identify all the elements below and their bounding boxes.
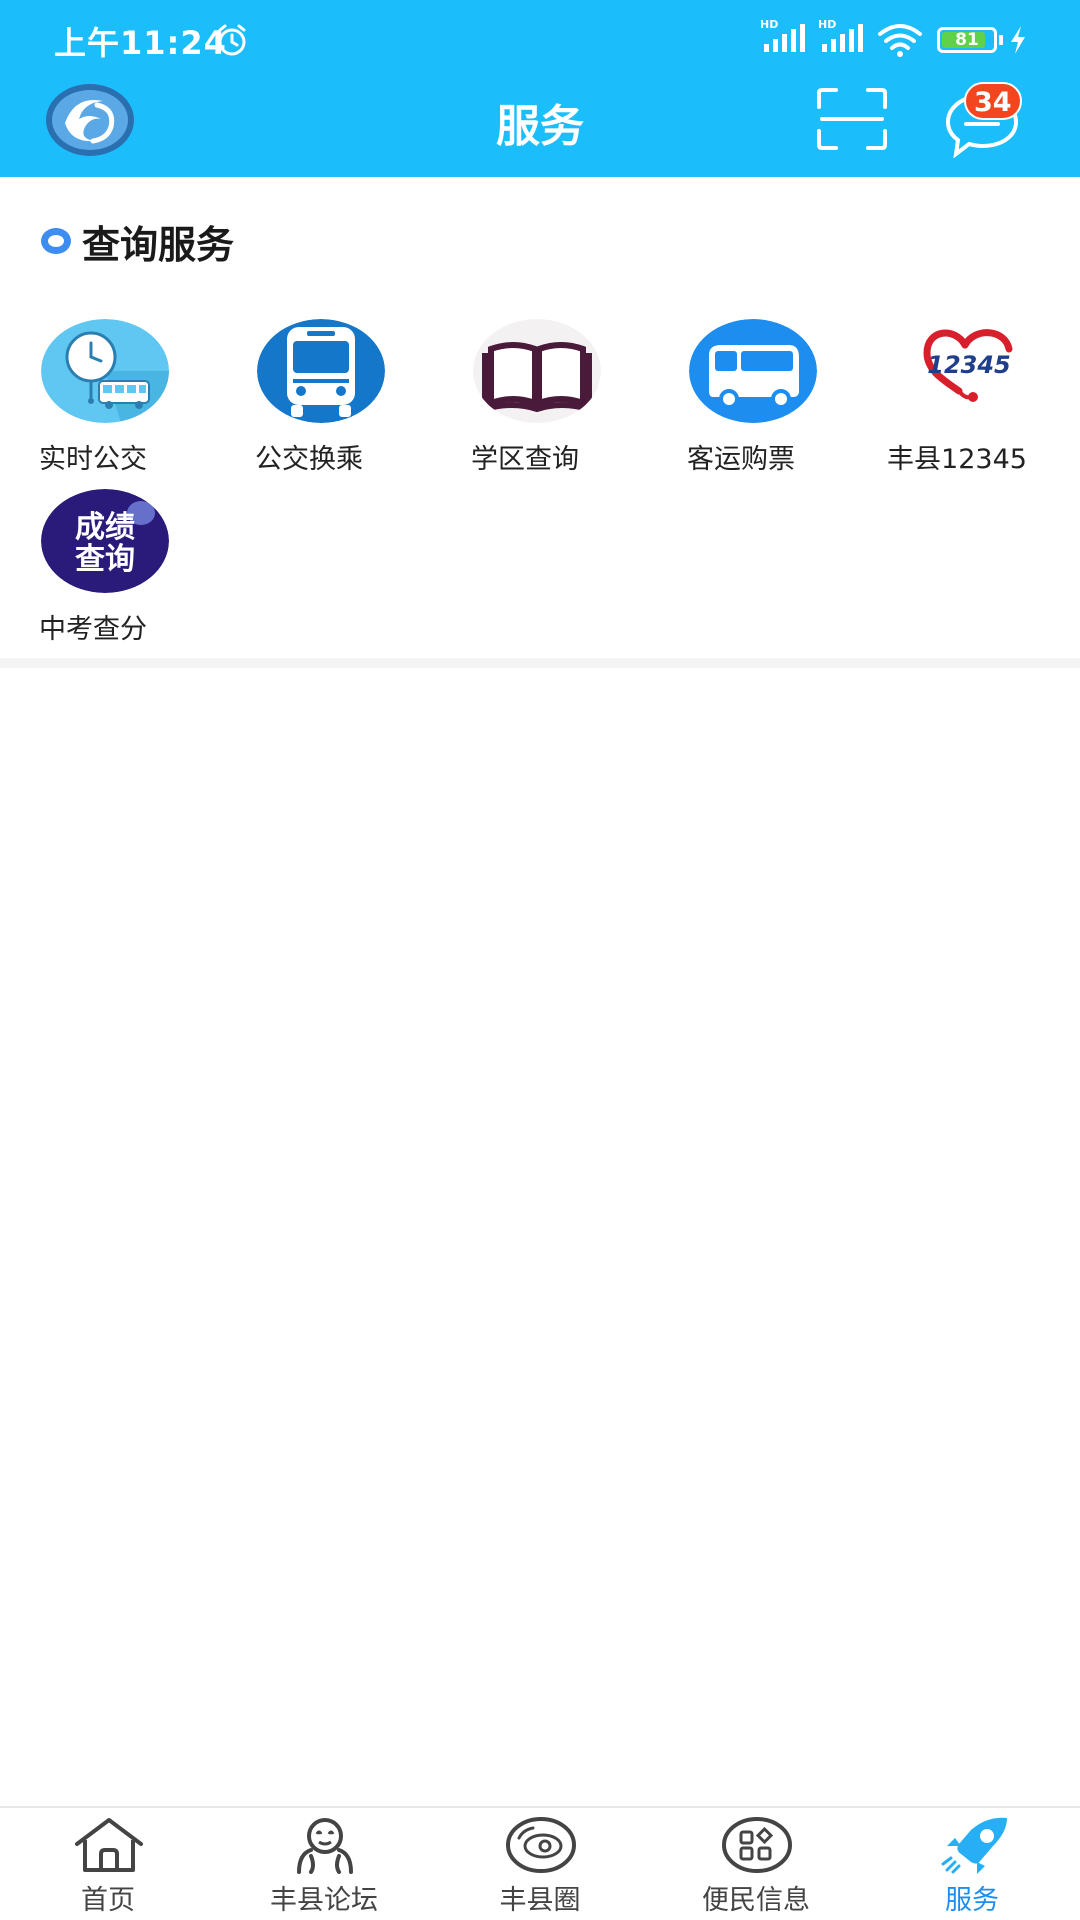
hotline-12345-icon: 12345 [905,319,1033,423]
score-query-icon: 成绩 查询 [41,489,169,593]
score-icon-text-line1: 成绩 [75,510,135,545]
message-button[interactable]: 34 [944,82,1034,158]
apps-icon [722,1817,792,1873]
home-icon [75,1818,143,1872]
book-icon [473,319,601,423]
nav-label: 丰县论坛 [270,1885,378,1916]
alarm-icon [218,24,246,56]
bus-clock-icon [41,319,169,423]
service-item-label: 实时公交 [39,444,147,475]
nav-item-forum[interactable]: 丰县论坛 [216,1808,432,1920]
charging-icon [1011,26,1025,54]
nav-label: 丰县圈 [499,1885,581,1916]
battery-cap [999,35,1003,45]
bottom-nav: 首页 丰县论坛 丰县圈 便民信息 服务 [0,1806,1080,1920]
signal-icon: HD [760,18,808,54]
service-item-label: 学区查询 [471,444,579,475]
battery-level: 81 [955,30,979,50]
service-item-label: 中考查分 [39,614,147,645]
wifi-icon [878,24,922,57]
message-badge: 34 [964,82,1022,120]
page-title: 服务 [496,101,584,152]
service-item-hotline-12345[interactable]: 12345 丰县12345 [867,319,1047,479]
nav-label: 服务 [945,1885,999,1916]
nav-label: 首页 [81,1885,135,1916]
service-item-bus-transfer[interactable]: 公交换乘 [219,319,399,479]
service-item-exam-score[interactable]: 成绩 查询 中考查分 [3,489,183,649]
score-icon-text-line2: 查询 [75,542,135,577]
coach-icon [689,319,817,423]
forum-icon [297,1818,353,1874]
query-services-section: 查询服务 实时公交 公交换乘 学区查询 客运购票 12345 丰县12345 成… [0,177,1080,658]
service-item-label: 客运购票 [687,444,795,475]
bus-icon [257,319,385,423]
nav-item-services[interactable]: 服务 [864,1808,1080,1920]
section-divider [0,658,1080,668]
service-item-school-district[interactable]: 学区查询 [435,319,615,479]
rocket-icon [941,1817,1007,1874]
service-item-coach-ticket[interactable]: 客运购票 [651,319,831,479]
status-time: 上午11:24 [54,24,227,62]
hotline-icon-text: 12345 [927,351,1011,379]
service-item-label: 丰县12345 [887,444,1027,475]
nav-item-convenience-info[interactable]: 便民信息 [648,1808,864,1920]
hd-label: HD [760,18,779,31]
battery-icon: 81 [937,27,997,53]
hd-label: HD [818,18,837,31]
signal-icon: HD [818,18,866,54]
circle-icon [506,1817,576,1873]
nav-label: 便民信息 [702,1885,810,1916]
scan-icon[interactable] [816,87,888,151]
service-item-label: 公交换乘 [255,444,363,475]
header: 上午11:24 HD HD 81 服务 34 [0,0,1080,177]
section-title-dot [41,228,71,254]
service-item-realtime-bus[interactable]: 实时公交 [3,319,183,479]
status-bar: 上午11:24 HD HD 81 [0,0,1080,78]
nav-item-home[interactable]: 首页 [0,1808,216,1920]
section-title: 查询服务 [82,223,235,267]
nav-item-circle[interactable]: 丰县圈 [432,1808,648,1920]
